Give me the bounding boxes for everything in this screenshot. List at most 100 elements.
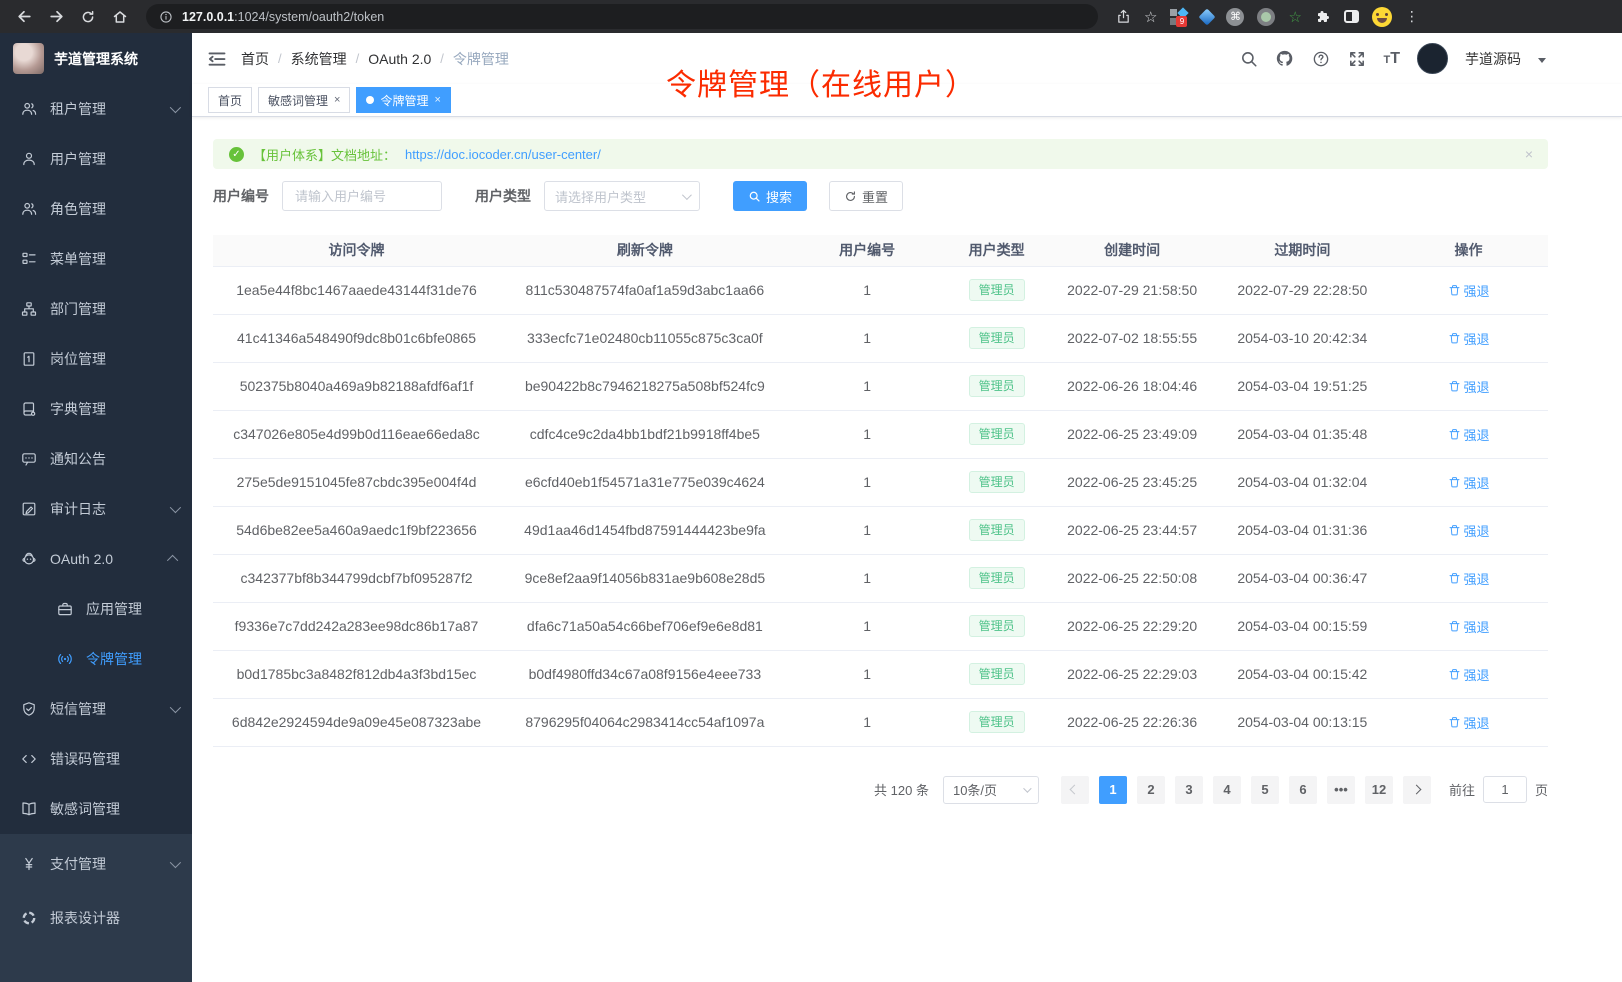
- address-bar[interactable]: 127.0.0.1:1024/system/oauth2/token: [146, 4, 1098, 29]
- help-icon[interactable]: [1311, 49, 1330, 68]
- sidebar-item-应用管理[interactable]: 应用管理: [0, 584, 192, 634]
- force-logout-button[interactable]: 强退: [1448, 521, 1490, 540]
- sidebar-item-报表设计器[interactable]: 报表设计器: [0, 891, 192, 945]
- breadcrumb-oauth[interactable]: OAuth 2.0: [368, 51, 431, 67]
- page-button-1[interactable]: 1: [1099, 776, 1127, 804]
- sidebar-item-敏感词管理[interactable]: 敏感词管理: [0, 784, 192, 834]
- close-icon[interactable]: ×: [1525, 147, 1533, 161]
- sidebar-item-支付管理[interactable]: 支付管理: [0, 837, 192, 891]
- next-page-button[interactable]: [1403, 776, 1431, 804]
- force-logout-button[interactable]: 强退: [1448, 377, 1490, 396]
- page-button-2[interactable]: 2: [1137, 776, 1165, 804]
- force-logout-button[interactable]: 强退: [1448, 617, 1490, 636]
- page-button-6[interactable]: 6: [1289, 776, 1317, 804]
- profile-avatar-icon[interactable]: [1372, 7, 1392, 27]
- app-logo-row[interactable]: 芋道管理系统: [0, 33, 192, 84]
- reload-icon[interactable]: [76, 5, 100, 29]
- id-badge-icon: [21, 351, 37, 367]
- close-icon[interactable]: ×: [334, 95, 340, 106]
- force-logout-button[interactable]: 强退: [1448, 569, 1490, 588]
- forward-icon[interactable]: [44, 5, 68, 29]
- sidebar-item-部门管理[interactable]: 部门管理: [0, 284, 192, 334]
- user-type-badge: 管理员: [969, 615, 1025, 637]
- close-icon[interactable]: ×: [434, 95, 440, 106]
- star-extension-icon[interactable]: ☆: [1288, 8, 1301, 26]
- sidebar-item-角色管理[interactable]: 角色管理: [0, 184, 192, 234]
- sidebar-item-字典管理[interactable]: 字典管理: [0, 384, 192, 434]
- total-count: 共 120 条: [874, 780, 929, 799]
- side-panel-icon[interactable]: [1344, 10, 1359, 23]
- sidebar-item-菜单管理[interactable]: 菜单管理: [0, 234, 192, 284]
- page-button-3[interactable]: 3: [1175, 776, 1203, 804]
- sidebar-item-OAuth 2.0[interactable]: OAuth 2.0: [0, 534, 192, 584]
- browser-actions: ☆ 9 ⌘ ☆ ⋮: [1116, 7, 1419, 27]
- force-logout-button[interactable]: 强退: [1448, 473, 1490, 492]
- expire-time-cell: 2054-03-04 01:35:48: [1216, 410, 1390, 458]
- page-button-4[interactable]: 4: [1213, 776, 1241, 804]
- sidebar-item-用户管理[interactable]: 用户管理: [0, 134, 192, 184]
- sidebar-item-label: OAuth 2.0: [50, 551, 113, 567]
- sidebar-item-令牌管理[interactable]: 令牌管理: [0, 634, 192, 684]
- collapse-sidebar-icon[interactable]: [207, 49, 227, 69]
- bookmark-star-icon[interactable]: ☆: [1144, 8, 1157, 26]
- search-icon[interactable]: [1239, 49, 1258, 68]
- user-avatar[interactable]: [1417, 43, 1448, 74]
- reset-button[interactable]: 重置: [829, 181, 903, 211]
- user-id-cell: 1: [790, 554, 945, 602]
- sidebar-item-错误码管理[interactable]: 错误码管理: [0, 734, 192, 784]
- action-cell: 强退: [1389, 506, 1548, 554]
- gem-extension-icon[interactable]: [1199, 8, 1216, 25]
- prev-page-button[interactable]: [1061, 776, 1089, 804]
- breadcrumb-system[interactable]: 系统管理: [291, 49, 347, 69]
- table-row: f9336e7c7dd242a283ee98dc86b17a87dfa6c71a…: [213, 602, 1548, 650]
- tab-home[interactable]: 首页: [208, 87, 252, 113]
- create-time-cell: 2022-07-02 18:55:55: [1049, 314, 1216, 362]
- sidebar-item-短信管理[interactable]: 短信管理: [0, 684, 192, 734]
- chevron-down-icon[interactable]: [1538, 58, 1546, 63]
- home-icon[interactable]: [108, 5, 132, 29]
- doc-link[interactable]: https://doc.iocoder.cn/user-center/: [405, 147, 601, 162]
- tab-sensitive-words[interactable]: 敏感词管理 ×: [258, 87, 350, 113]
- record-extension-icon[interactable]: [1257, 8, 1275, 26]
- search-button[interactable]: 搜索: [733, 181, 807, 211]
- site-info-icon[interactable]: [159, 10, 173, 24]
- user-name[interactable]: 芋道源码: [1465, 49, 1521, 69]
- user-id-label: 用户编号: [213, 186, 269, 206]
- share-icon[interactable]: [1116, 9, 1131, 24]
- command-extension-icon[interactable]: ⌘: [1226, 8, 1244, 26]
- tab-token-management[interactable]: 令牌管理 ×: [356, 87, 450, 113]
- success-check-icon: ✓: [229, 147, 244, 162]
- breadcrumb-home[interactable]: 首页: [241, 49, 269, 69]
- goto-page-input[interactable]: [1483, 776, 1527, 803]
- user-type-select[interactable]: 请选择用户类型: [544, 181, 700, 211]
- back-icon[interactable]: [12, 5, 36, 29]
- user-type-badge: 管理员: [969, 711, 1025, 733]
- force-logout-button[interactable]: 强退: [1448, 329, 1490, 348]
- sidebar-item-租户管理[interactable]: 租户管理: [0, 84, 192, 134]
- more-pages-button[interactable]: •••: [1327, 776, 1355, 804]
- sidebar-item-岗位管理[interactable]: 岗位管理: [0, 334, 192, 384]
- font-size-icon[interactable]: TT: [1383, 51, 1400, 67]
- sidebar-item-通知公告[interactable]: 通知公告: [0, 434, 192, 484]
- browser-menu-icon[interactable]: ⋮: [1405, 8, 1419, 25]
- page-size-select[interactable]: 10条/页: [943, 776, 1039, 804]
- table-row: c347026e805e4d99b0d116eae66eda8ccdfc4ce9…: [213, 410, 1548, 458]
- page-button-12[interactable]: 12: [1365, 776, 1393, 804]
- puzzle-extensions-icon[interactable]: [1315, 9, 1331, 25]
- app-title: 芋道管理系统: [54, 49, 138, 69]
- sidebar-item-审计日志[interactable]: 审计日志: [0, 484, 192, 534]
- github-icon[interactable]: [1275, 49, 1294, 68]
- extension-grid-icon[interactable]: 9: [1170, 8, 1188, 26]
- user-id-input[interactable]: [282, 181, 442, 211]
- force-logout-button[interactable]: 强退: [1448, 713, 1490, 732]
- force-logout-button[interactable]: 强退: [1448, 665, 1490, 684]
- force-logout-button[interactable]: 强退: [1448, 281, 1490, 300]
- action-cell: 强退: [1389, 266, 1548, 314]
- fullscreen-icon[interactable]: [1347, 49, 1366, 68]
- briefcase-icon: [57, 601, 73, 617]
- col-user-id: 用户编号: [790, 235, 945, 266]
- force-logout-button[interactable]: 强退: [1448, 425, 1490, 444]
- page-button-5[interactable]: 5: [1251, 776, 1279, 804]
- sidebar-item-label: 应用管理: [86, 599, 142, 619]
- table-row: 1ea5e44f8bc1467aaede43144f31de76811c5304…: [213, 266, 1548, 314]
